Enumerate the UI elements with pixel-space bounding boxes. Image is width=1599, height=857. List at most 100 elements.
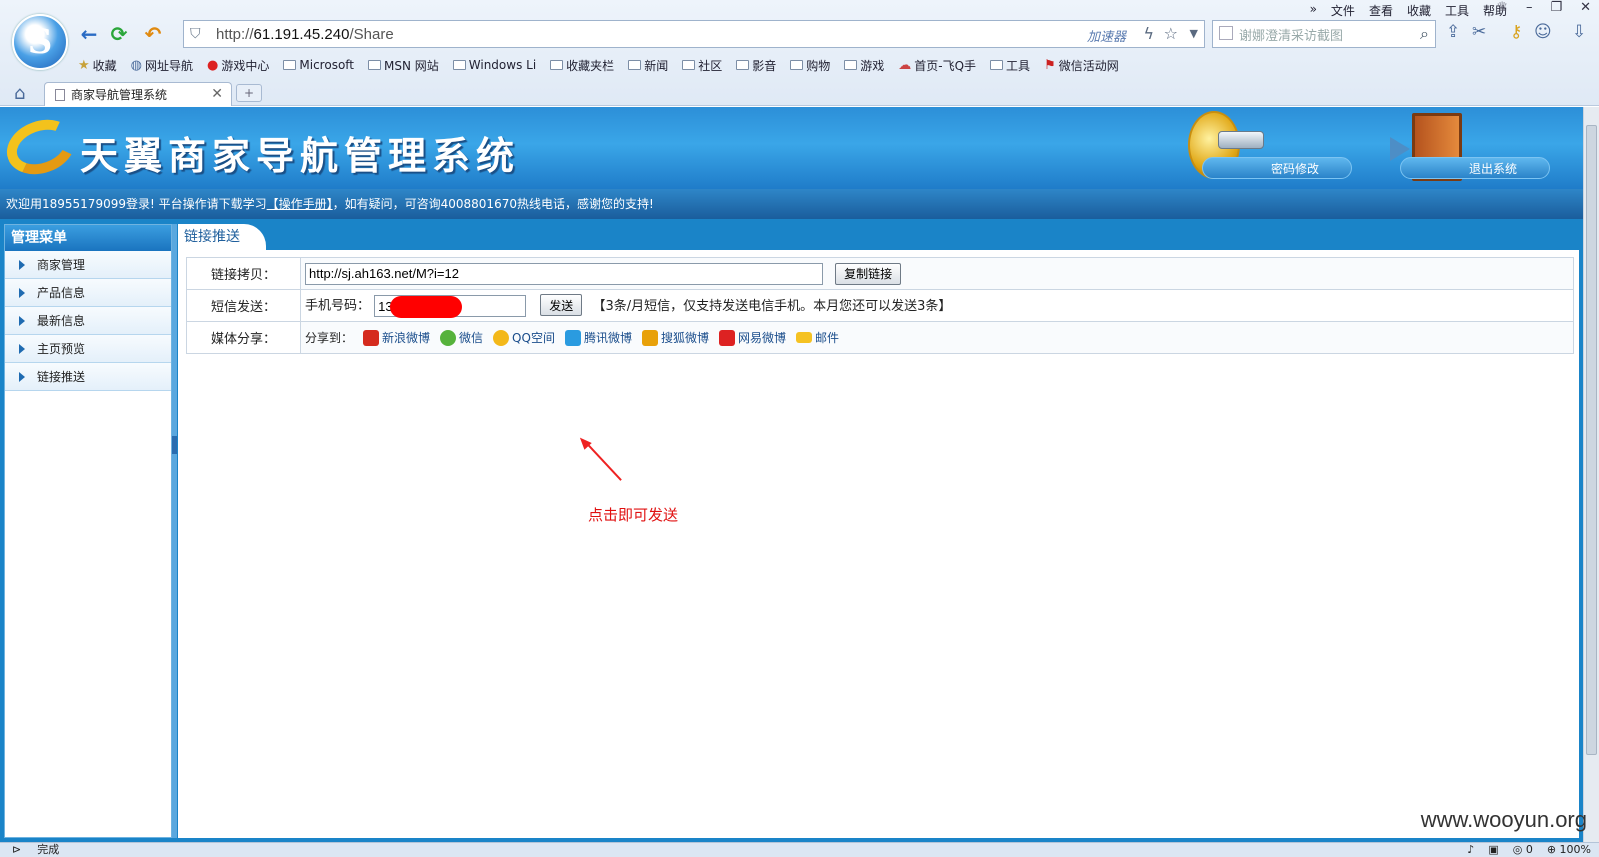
bookmark-folder[interactable]: 工具	[990, 57, 1030, 74]
welcome-text: 欢迎用18955179099登录! 平台操作请下载学习	[6, 197, 267, 211]
search-box[interactable]: 谢娜澄清采访截图 ⌕	[1212, 20, 1436, 48]
menu-favorites[interactable]: 收藏	[1407, 2, 1431, 19]
bookmark-wechat-activity[interactable]: ⚑ 微信活动网	[1044, 57, 1119, 74]
menu-more[interactable]: »	[1310, 2, 1317, 19]
link-url-field[interactable]	[305, 262, 823, 285]
volume-icon[interactable]: ♪	[1467, 843, 1474, 857]
minimize-icon[interactable]: –	[1526, 0, 1533, 15]
share-wechat[interactable]: 微信	[440, 329, 483, 346]
new-tab-button[interactable]: +	[236, 84, 262, 102]
ad-block-count[interactable]: ◎ 0	[1513, 843, 1533, 857]
logout-button[interactable]: 退出系统	[1400, 157, 1550, 179]
menu-file[interactable]: 文件	[1331, 2, 1355, 19]
folder-icon	[283, 60, 297, 70]
sidebar-item-products[interactable]: 产品信息	[5, 279, 171, 307]
favorite-star-icon[interactable]: ☆	[1164, 24, 1178, 43]
triangle-right-icon	[19, 371, 25, 382]
web-page: 天翼商家导航管理系统 密码修改 退出系统 欢迎用18955179099登录! 平…	[0, 107, 1583, 842]
bookmark-feiq[interactable]: ☁ 首页-飞Q手	[898, 57, 976, 74]
link-copy-label: 链接拷贝：	[186, 257, 301, 290]
sidebar-item-link-push[interactable]: 链接推送	[5, 363, 171, 391]
sidebar-item-preview[interactable]: 主页预览	[5, 335, 171, 363]
globe-icon: ◍	[130, 57, 143, 73]
back-arrow-icon[interactable]: ←	[76, 22, 102, 46]
collapse-handle[interactable]	[172, 436, 177, 454]
sidebar-item-merchant[interactable]: 商家管理	[5, 251, 171, 279]
share-row: 分享到： 新浪微博 微信 QQ空间 腾讯微博 搜狐微博 网易微博 邮件	[305, 329, 1573, 346]
bookmark-folder[interactable]: 游戏	[844, 57, 884, 74]
close-icon[interactable]: ✕	[1580, 0, 1591, 15]
bookmark-folder[interactable]: MSN 网站	[368, 57, 439, 74]
address-url[interactable]: http://61.191.45.240/Share	[216, 26, 394, 43]
manual-link[interactable]: 【操作手册】	[267, 197, 333, 211]
share-qzone[interactable]: QQ空间	[493, 329, 555, 346]
bookmark-folder[interactable]: 社区	[682, 57, 722, 74]
bookmark-game-center[interactable]: ● 游戏中心	[207, 57, 269, 74]
ad-block-icon: ◎	[1512, 843, 1523, 856]
share-sina-weibo[interactable]: 新浪微博	[363, 329, 430, 346]
sidebar-toggle-icon[interactable]: ⊳	[12, 843, 21, 857]
user-icon[interactable]: ☺	[1534, 22, 1552, 42]
key-icon[interactable]: ⚷	[1510, 22, 1522, 42]
browser-logo-icon[interactable]: S	[12, 14, 68, 70]
toolbox-icon[interactable]: ▣	[1488, 843, 1498, 857]
restore-icon[interactable]: ❐	[1550, 0, 1562, 15]
phone-wrap	[374, 295, 527, 318]
bookmark-favorites[interactable]: ★ 收藏	[78, 57, 117, 74]
tab-close-icon[interactable]: ✕	[211, 86, 223, 102]
search-input[interactable]: 谢娜澄清采访截图	[1239, 25, 1343, 44]
menu-tools[interactable]: 工具	[1445, 2, 1469, 19]
site-title: 天翼商家导航管理系统	[80, 134, 521, 178]
status-bar: ⊳ 完成 ♪ ▣ ◎ 0 ⊕ 100%	[0, 842, 1599, 857]
status-text: 完成	[37, 843, 60, 856]
share-tencent-weibo[interactable]: 腾讯微博	[564, 329, 632, 346]
menu-view[interactable]: 查看	[1369, 2, 1393, 19]
sidebar-splitter[interactable]	[172, 224, 177, 838]
bookmark-folder[interactable]: Microsoft	[283, 58, 354, 72]
bookmark-folder[interactable]: 新闻	[628, 57, 668, 74]
bookmark-nav[interactable]: ◍ 网址导航	[131, 57, 193, 74]
share-mail[interactable]: 邮件	[796, 329, 839, 346]
window-controls: ♕ – ❐ ✕	[1496, 0, 1591, 15]
bookmark-folder[interactable]: 购物	[790, 57, 830, 74]
search-engine-icon[interactable]	[1219, 26, 1233, 40]
scrollbar-thumb[interactable]	[1586, 125, 1597, 755]
address-bar[interactable]: ⛉ http://61.191.45.240/Share 加速器 ϟ ☆ ▼	[183, 20, 1205, 48]
dropdown-arrow-icon[interactable]: ▼	[1190, 27, 1198, 40]
home-icon[interactable]: ⌂	[14, 83, 25, 104]
search-icon[interactable]: ⌕	[1420, 24, 1429, 44]
lightning-icon[interactable]: ϟ	[1143, 24, 1154, 43]
sidebar-item-news[interactable]: 最新信息	[5, 307, 171, 335]
sms-cell: 手机号码： 发送 【3条/月短信，仅支持发送电信手机。本月您还可以发送3条】	[300, 289, 1574, 322]
undo-icon[interactable]: ↶	[140, 22, 166, 46]
page-scrollbar[interactable]	[1583, 107, 1599, 842]
folder-icon	[452, 60, 466, 70]
media-share-label: 媒体分享：	[186, 321, 301, 354]
share-netease-weibo[interactable]: 网易微博	[718, 329, 786, 346]
sms-label: 短信发送：	[186, 289, 301, 322]
browser-tab-active[interactable]: 商家导航管理系统 ✕	[44, 82, 232, 106]
bookmark-folder[interactable]: 收藏夹栏	[550, 57, 614, 74]
bookmark-folder[interactable]: 影音	[736, 57, 776, 74]
share-sohu-weibo[interactable]: 搜狐微博	[641, 329, 709, 346]
gift-icon: ⚑	[1044, 57, 1056, 73]
sidebar-title: 管理菜单	[5, 225, 171, 251]
change-password-button[interactable]: 密码修改	[1202, 157, 1352, 179]
folder-icon	[550, 60, 564, 70]
save-page-icon[interactable]: ⇪	[1446, 22, 1460, 42]
refresh-icon[interactable]: ⟳	[106, 22, 132, 46]
accelerator-label[interactable]: 加速器	[1087, 26, 1126, 45]
bookmark-folder[interactable]: Windows Li	[452, 58, 536, 72]
sms-quota-note: 【3条/月短信，仅支持发送电信手机。本月您还可以发送3条】	[592, 298, 952, 314]
triangle-right-icon	[19, 315, 25, 326]
scissors-icon[interactable]: ✂	[1472, 22, 1486, 42]
link-copy-cell: 复制链接	[300, 257, 1574, 290]
tab-link-push[interactable]: 链接推送	[178, 224, 266, 250]
skin-icon[interactable]: ♕	[1496, 0, 1508, 15]
triangle-right-icon	[19, 343, 25, 354]
zoom-level[interactable]: ⊕ 100%	[1547, 843, 1591, 857]
download-icon[interactable]: ⇩	[1572, 22, 1586, 42]
copy-link-button[interactable]: 复制链接	[835, 262, 902, 285]
folder-icon	[368, 60, 381, 70]
send-sms-button[interactable]: 发送	[540, 294, 583, 316]
